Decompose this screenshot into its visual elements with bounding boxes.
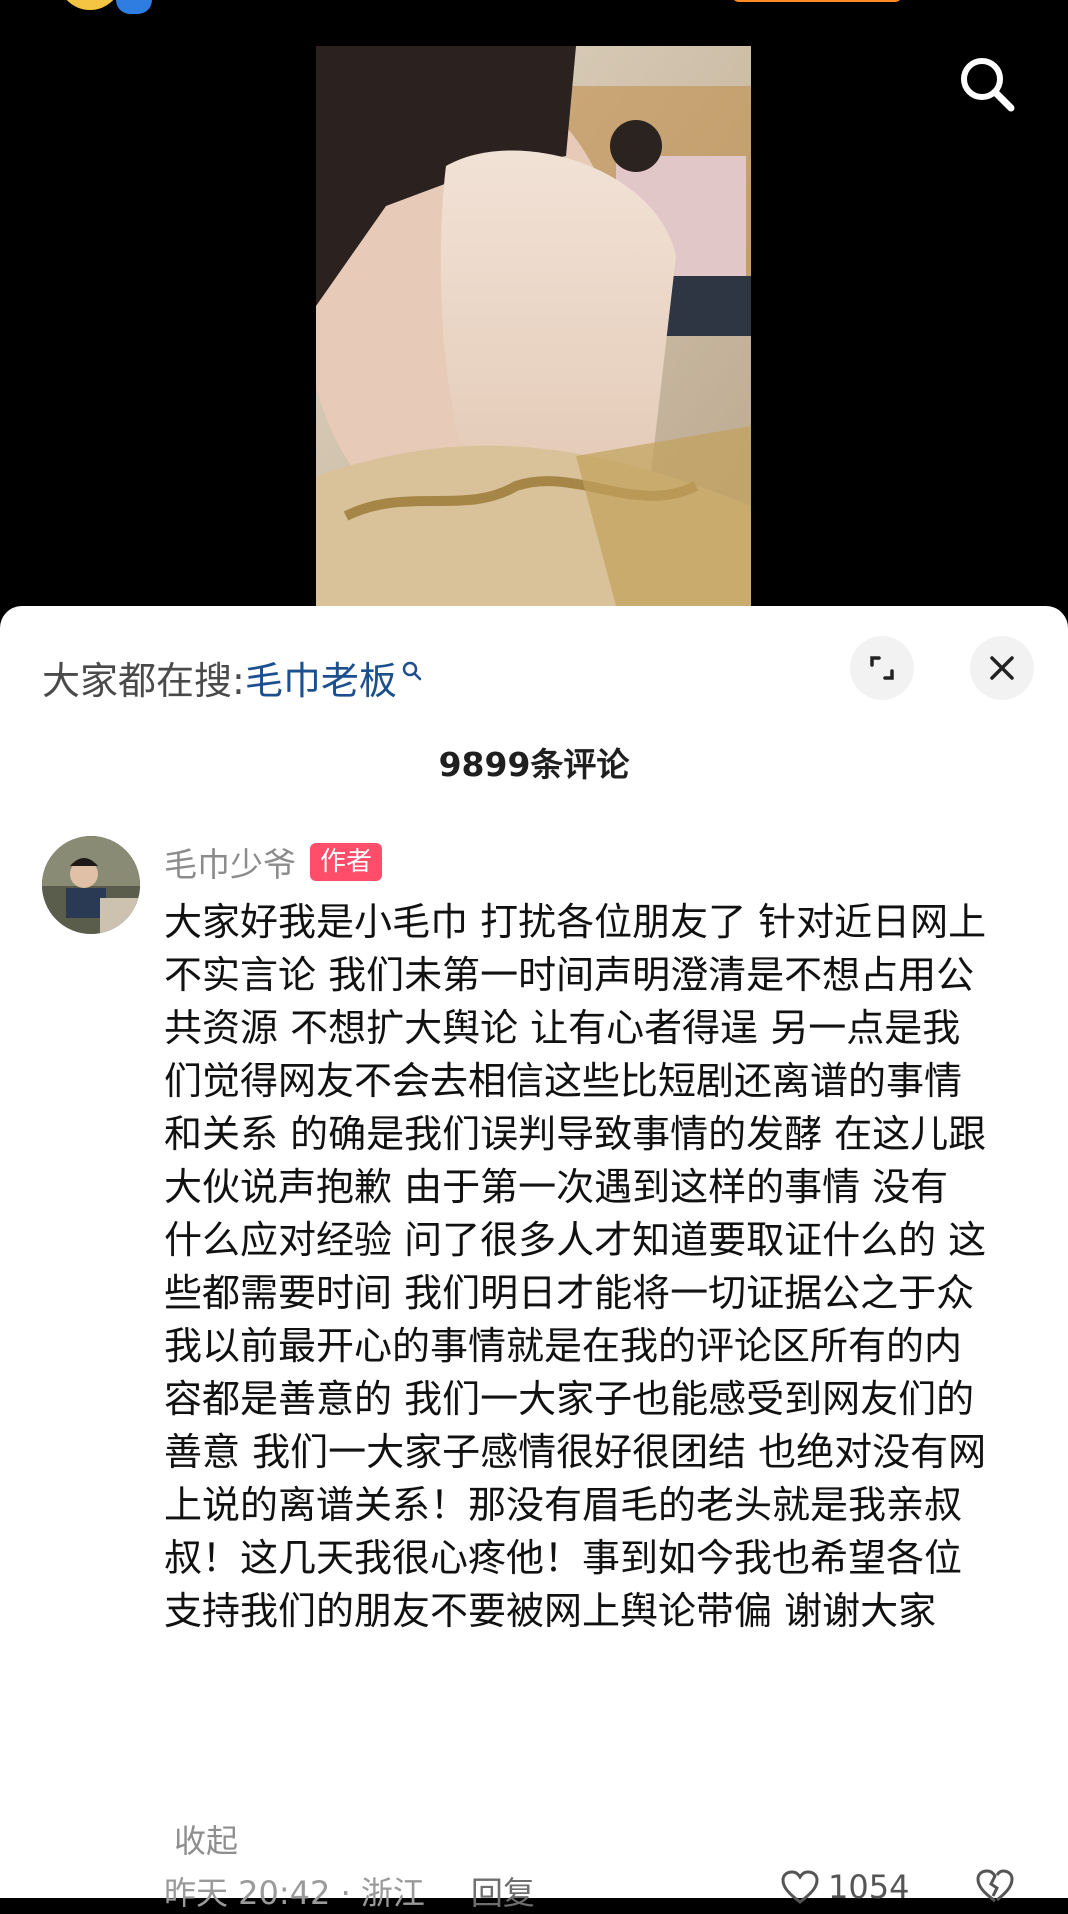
trending-prefix: 大家都在搜:	[42, 659, 245, 703]
collapse-button[interactable]: 收起	[174, 1816, 238, 1862]
trending-search[interactable]: 大家都在搜: 毛巾老板	[42, 650, 423, 705]
comment-line: 们觉得网友不会去相信这些比短剧还离谱的事情	[164, 1059, 963, 1103]
close-icon	[990, 656, 1014, 680]
comment-line: 善意 我们一大家子感情很好很团结 也绝对没有网	[164, 1430, 987, 1474]
comment-line: 共资源 不想扩大舆论 让有心者得逞 另一点是我	[164, 1006, 961, 1050]
comment-line: 不实言论 我们未第一时间声明澄清是不想占用公	[164, 953, 975, 997]
expand-button[interactable]	[850, 636, 914, 700]
close-button[interactable]	[970, 636, 1034, 700]
like-button[interactable]: 1054	[780, 1868, 909, 1906]
video-frame-image	[316, 46, 751, 606]
comment-line: 大家好我是小毛巾 打扰各位朋友了 针对近日网上	[164, 900, 987, 944]
verified-badge-icon	[116, 0, 152, 14]
expand-icon	[870, 656, 894, 680]
broken-heart-icon	[976, 1869, 1014, 1903]
reply-button[interactable]: 回复	[471, 1868, 535, 1914]
search-icon[interactable]	[955, 52, 1019, 116]
like-count: 1054	[828, 1868, 910, 1906]
comment-line: 容都是善意的 我们一大家子也能感受到网友们的	[164, 1377, 975, 1421]
avatar[interactable]	[42, 836, 140, 934]
comment-line: 和关系 的确是我们误判导致事情的发酵 在这儿跟	[164, 1112, 987, 1156]
comment-text: 大家好我是小毛巾 打扰各位朋友了 针对近日网上 不实言论 我们未第一时间声明澄清是…	[164, 896, 1044, 1638]
author-badge: 作者	[310, 843, 383, 881]
comment-line: 叔！这几天我很心疼他！事到如今我也希望各位	[164, 1536, 963, 1580]
comment-line: 我以前最开心的事情就是在我的评论区所有的内	[164, 1324, 963, 1368]
video-player[interactable]	[316, 46, 751, 606]
username[interactable]: 毛巾少爷	[164, 838, 296, 886]
mini-search-icon	[402, 661, 422, 680]
comment-sheet: 大家都在搜: 毛巾老板 9899条评论 毛巾少爷 作者 大家好我是小毛巾 打扰各…	[0, 606, 1068, 1912]
creator-avatar[interactable]	[58, 0, 122, 10]
follow-button[interactable]	[732, 0, 902, 2]
comment-author[interactable]: 毛巾少爷 作者	[164, 838, 383, 886]
comment-line: 些都需要时间 我们明日才能将一切证据公之于众	[164, 1271, 975, 1315]
comment-count: 9899条评论	[438, 745, 630, 784]
comment-meta: 昨天 20:42 · 浙江 回复	[164, 1868, 535, 1914]
heart-icon	[781, 1870, 819, 1904]
trending-keyword[interactable]: 毛巾老板	[245, 650, 397, 705]
time-location: 昨天 20:42 · 浙江	[164, 1874, 425, 1912]
comment-line: 大伙说声抱歉 由于第一次遇到这样的事情 没有	[164, 1165, 949, 1209]
comment-line: 支持我们的朋友不要被网上舆论带偏 谢谢大家	[164, 1589, 937, 1633]
comment-line: 什么应对经验 问了很多人才知道要取证什么的 这	[164, 1218, 987, 1262]
dislike-button[interactable]	[975, 1868, 1015, 1908]
avatar-image	[42, 836, 140, 934]
comment-line: 上说的离谱关系！那没有眉毛的老头就是我亲叔	[164, 1483, 963, 1527]
